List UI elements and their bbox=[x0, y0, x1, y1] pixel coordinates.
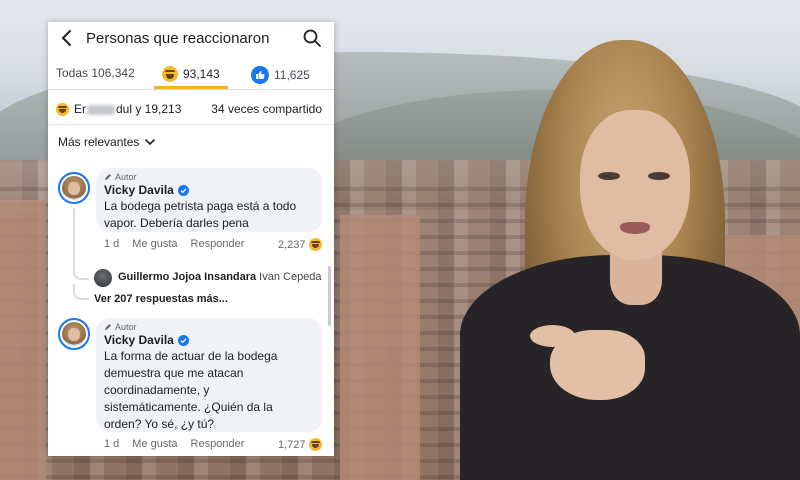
tab-all[interactable]: Todas 106,342 bbox=[56, 66, 135, 80]
reply-author: Guillermo Jojoa Insandara bbox=[118, 271, 257, 283]
active-tab-indicator bbox=[154, 86, 228, 89]
tab-haha[interactable]: 93,143 bbox=[162, 66, 220, 82]
share-count[interactable]: 34 veces compartido bbox=[211, 102, 322, 116]
comment-time: 1 d bbox=[104, 438, 120, 450]
haha-emoji-icon bbox=[162, 66, 178, 82]
comment-actions: 1 d Me gusta Responder bbox=[104, 238, 257, 250]
tab-like-count: 11,625 bbox=[274, 68, 310, 82]
comment-line: vapor. Debería darles pena bbox=[104, 216, 249, 230]
reaction-count: 1,727 bbox=[278, 438, 306, 451]
tab-all-label: Todas 106,342 bbox=[56, 66, 135, 80]
like-button[interactable]: Me gusta bbox=[132, 238, 177, 250]
comment-reactions[interactable]: 2,237 bbox=[278, 238, 322, 251]
chevron-down-icon bbox=[145, 138, 156, 145]
sort-dropdown[interactable]: Más relevantes bbox=[58, 135, 156, 149]
comment-text: La bodega petrista paga está a todo vapo… bbox=[104, 198, 296, 232]
comment-reactions[interactable]: 1,727 bbox=[278, 438, 322, 451]
avatar-face bbox=[68, 327, 80, 341]
blurred-name bbox=[87, 104, 115, 115]
comment-author[interactable]: Vicky Davila bbox=[104, 333, 189, 347]
thread-connector bbox=[73, 284, 89, 300]
author-badge: Autor bbox=[104, 322, 137, 332]
haha-emoji-icon bbox=[308, 438, 322, 451]
comment-author-name: Vicky Davila bbox=[104, 333, 174, 347]
header: Personas que reaccionaron bbox=[48, 22, 334, 56]
tab-haha-count: 93,143 bbox=[183, 67, 220, 81]
comment-line: orden? Yo sé, ¿y tú? bbox=[104, 417, 215, 431]
sort-label: Más relevantes bbox=[58, 135, 140, 149]
woman-photo bbox=[430, 40, 800, 480]
reactor-name-end: dul y 19,213 bbox=[116, 102, 182, 116]
reaction-count: 2,237 bbox=[278, 238, 306, 251]
verified-badge-icon bbox=[177, 184, 189, 196]
comment-line: demuestra que me atacan bbox=[104, 366, 244, 380]
reaction-tabs: Todas 106,342 93,143 11,625 bbox=[48, 60, 334, 90]
back-arrow-icon[interactable] bbox=[60, 28, 74, 48]
comment-bubble: Autor Vicky Davila La bodega petrista pa… bbox=[96, 168, 322, 232]
thread-connector bbox=[73, 262, 89, 280]
comment-line: coordinadamente, y bbox=[104, 383, 210, 397]
haha-emoji-icon bbox=[56, 102, 69, 116]
comment-time: 1 d bbox=[104, 238, 120, 250]
reply-preview[interactable]: Guillermo Jojoa Insandara Ivan Cepeda bbox=[118, 271, 330, 283]
reply-button[interactable]: Responder bbox=[191, 438, 245, 450]
pointing-finger bbox=[530, 325, 575, 347]
pencil-icon bbox=[105, 324, 111, 330]
face bbox=[580, 110, 690, 260]
scrollbar[interactable] bbox=[328, 266, 331, 326]
comment-line: La forma de actuar de la bodega bbox=[104, 349, 278, 363]
view-more-replies-link[interactable]: Ver 207 respuestas más... bbox=[94, 293, 228, 305]
reactor-names: Er dul y 19,213 bbox=[74, 102, 181, 116]
search-icon[interactable] bbox=[302, 28, 322, 48]
author-badge-label: Autor bbox=[115, 172, 137, 182]
verified-badge-icon bbox=[177, 334, 189, 346]
comment-author[interactable]: Vicky Davila bbox=[104, 183, 189, 197]
reaction-summary[interactable]: Er dul y 19,213 34 veces compartido bbox=[56, 100, 328, 118]
comment-author-name: Vicky Davila bbox=[104, 183, 174, 197]
reactor-name-start: Er bbox=[74, 102, 86, 116]
pencil-icon bbox=[105, 174, 111, 180]
author-badge-label: Autor bbox=[115, 322, 137, 332]
avatar-face bbox=[68, 181, 80, 195]
comment-line: La bodega petrista paga está a todo bbox=[104, 199, 297, 213]
like-button[interactable]: Me gusta bbox=[132, 438, 177, 450]
like-icon bbox=[251, 66, 269, 84]
reply-snippet: Ivan Cepeda bbox=[259, 271, 322, 283]
mouth bbox=[620, 222, 650, 234]
eye bbox=[598, 172, 620, 180]
haha-emoji-icon bbox=[308, 238, 322, 251]
reply-button[interactable]: Responder bbox=[191, 238, 245, 250]
avatar[interactable] bbox=[94, 269, 112, 287]
comment-text: La forma de actuar de la bodega demuestr… bbox=[104, 348, 277, 433]
eye bbox=[648, 172, 670, 180]
reactions-panel: Personas que reaccionaron Todas 106,342 … bbox=[48, 22, 334, 456]
comment-actions: 1 d Me gusta Responder bbox=[104, 438, 257, 450]
thread-line bbox=[73, 208, 75, 266]
divider bbox=[48, 124, 334, 125]
avatar[interactable] bbox=[58, 318, 90, 350]
avatar[interactable] bbox=[58, 172, 90, 204]
comment-line: sistemáticamente. ¿Quién da la bbox=[104, 400, 273, 414]
tab-like[interactable]: 11,625 bbox=[251, 66, 310, 84]
page-title: Personas que reaccionaron bbox=[86, 30, 270, 47]
comment-bubble: Autor Vicky Davila La forma de actuar de… bbox=[96, 318, 322, 432]
author-badge: Autor bbox=[104, 172, 137, 182]
